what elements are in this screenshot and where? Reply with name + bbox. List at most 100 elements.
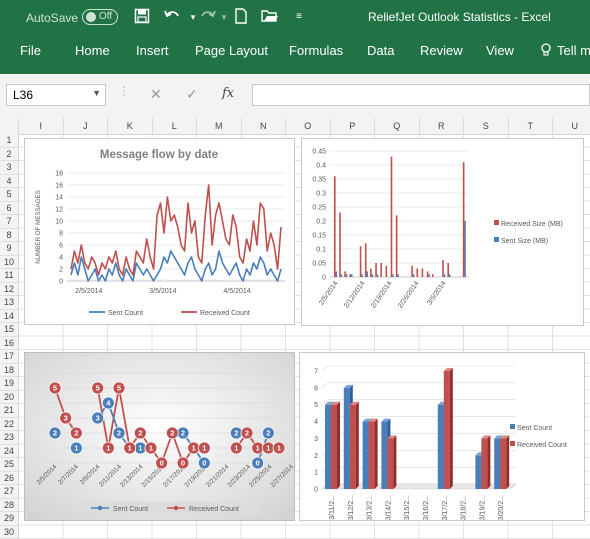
- row-header-21[interactable]: 21: [0, 404, 18, 418]
- bar-sent-size: [371, 274, 374, 277]
- column-header-j[interactable]: J: [64, 118, 108, 134]
- bar-received-count: [500, 438, 507, 489]
- undo-icon[interactable]: [162, 8, 182, 29]
- received-data-label: 1: [192, 444, 196, 453]
- row-header-26[interactable]: 26: [0, 472, 18, 485]
- column-header-t[interactable]: T: [509, 118, 553, 134]
- column-header-i[interactable]: I: [19, 118, 64, 134]
- column-header-r[interactable]: R: [420, 118, 464, 134]
- column-header-s[interactable]: S: [464, 118, 509, 134]
- y-tick-label: 0: [59, 279, 63, 286]
- bar-received-count: [331, 404, 337, 489]
- formula-input[interactable]: [252, 84, 590, 106]
- column-header-u[interactable]: U: [553, 118, 590, 134]
- bar-received-size: [364, 243, 367, 277]
- row-header-6[interactable]: 6: [0, 202, 18, 215]
- y-tick-label: 0.25: [312, 205, 326, 212]
- y-tick-label: 5: [314, 402, 318, 409]
- enter-icon[interactable]: ✓: [186, 86, 198, 103]
- tab-view[interactable]: View: [486, 43, 514, 58]
- bar-sent-size: [392, 274, 394, 277]
- legend-label-received: Received Count: [200, 310, 250, 317]
- column-header-n[interactable]: N: [242, 118, 286, 134]
- bar-received-size: [421, 268, 424, 277]
- row-header-12[interactable]: 12: [0, 283, 18, 296]
- column-header-p[interactable]: P: [331, 118, 375, 134]
- column-header-l[interactable]: L: [153, 118, 197, 134]
- row-header-5[interactable]: 5: [0, 188, 18, 202]
- row-header-7[interactable]: 7: [0, 215, 18, 229]
- tab-review[interactable]: Review: [420, 43, 463, 58]
- row-header-13[interactable]: 13: [0, 296, 18, 310]
- tab-insert[interactable]: Insert: [136, 43, 169, 58]
- row-header-16[interactable]: 16: [0, 337, 18, 350]
- bar-received-count: [349, 404, 356, 489]
- column-header-k[interactable]: K: [108, 118, 153, 134]
- row-header-11[interactable]: 11: [0, 269, 18, 283]
- message-size-chart[interactable]: 0 0.05 0.1 0.15 0.2 0.25 0.3 0.35 0.4 0.45 2/5/201…: [301, 138, 584, 326]
- bar-sent-size: [428, 274, 430, 277]
- save-icon[interactable]: [132, 8, 152, 29]
- row-header-9[interactable]: 9: [0, 242, 18, 256]
- row-header-18[interactable]: 18: [0, 364, 18, 377]
- row-header-28[interactable]: 28: [0, 499, 18, 512]
- row-header-22[interactable]: 22: [0, 418, 18, 431]
- tab-page-layout[interactable]: Page Layout: [195, 43, 268, 58]
- tab-file[interactable]: File: [20, 43, 41, 58]
- bar-sent-count: [437, 404, 444, 489]
- name-box[interactable]: L36 ▼: [6, 84, 106, 106]
- select-all-corner[interactable]: [0, 118, 19, 134]
- daily-bar-chart[interactable]: 0 1 2 3 4 5 6 7 3/11/2... 3/12/2... 3/13/2... 3/14/…: [299, 352, 585, 521]
- new-file-icon[interactable]: [231, 8, 251, 29]
- row-header-15[interactable]: 15: [0, 323, 18, 337]
- row-header-30[interactable]: 30: [0, 526, 18, 539]
- autosave-toggle[interactable]: Off: [82, 9, 118, 25]
- cancel-icon[interactable]: ✕: [150, 86, 162, 103]
- sent-data-label: 1: [138, 444, 142, 453]
- row-header-2[interactable]: 2: [0, 148, 18, 161]
- legend-label-received: Received Size (MB): [501, 221, 563, 228]
- row-header-1[interactable]: 1: [0, 134, 18, 148]
- sent-data-label: 0: [202, 459, 206, 468]
- row-header-4[interactable]: 4: [0, 175, 18, 188]
- x-tick-label: 3/15/2...: [404, 495, 411, 520]
- row-header-14[interactable]: 14: [0, 310, 18, 323]
- x-tick-label: 4/5/2014: [223, 288, 250, 295]
- bar-sent-size: [397, 274, 399, 277]
- tab-data[interactable]: Data: [367, 43, 394, 58]
- row-header-19[interactable]: 19: [0, 377, 18, 391]
- insert-function-icon[interactable]: fx: [222, 86, 234, 101]
- y-tick-label: 0.15: [312, 233, 326, 240]
- row-header-10[interactable]: 10: [0, 256, 18, 269]
- row-header-29[interactable]: 29: [0, 512, 18, 526]
- count-line-chart[interactable]: 2/5/2014 2/7/2014 2/9/2014 2/11/2014 2/13/20…: [24, 352, 295, 521]
- customize-icon[interactable]: ≡: [289, 8, 309, 26]
- column-header-m[interactable]: M: [197, 118, 242, 134]
- bar-sent-count: [325, 404, 331, 489]
- y-tick-label: 1: [314, 470, 318, 477]
- bar-received-size: [411, 265, 413, 277]
- name-box-dropdown-icon[interactable]: ▼: [92, 88, 101, 98]
- row-header-3[interactable]: 3: [0, 161, 18, 175]
- row-header-23[interactable]: 23: [0, 431, 18, 445]
- tell-me-search[interactable]: Tell m: [557, 43, 590, 58]
- tab-formulas[interactable]: Formulas: [289, 43, 343, 58]
- row-header-20[interactable]: 20: [0, 391, 18, 404]
- y-tick-label: 10: [55, 219, 63, 226]
- row-header-27[interactable]: 27: [0, 485, 18, 499]
- tab-home[interactable]: Home: [75, 43, 110, 58]
- message-size-svg: 0 0.05 0.1 0.15 0.2 0.25 0.3 0.35 0.4 0.45 2/5/201…: [312, 149, 563, 310]
- received-data-label: 2: [138, 429, 142, 438]
- column-header-o[interactable]: O: [286, 118, 331, 134]
- column-header-q[interactable]: Q: [375, 118, 420, 134]
- open-folder-icon[interactable]: [260, 8, 280, 29]
- bar-received-size: [380, 263, 382, 277]
- received-data-label: 1: [202, 444, 206, 453]
- row-header-17[interactable]: 17: [0, 350, 18, 364]
- sent-data-label: 3: [96, 414, 100, 423]
- message-flow-chart[interactable]: Message flow by date 0 2 4 6 8 10 12 14 16 18 NUMBE…: [24, 138, 295, 325]
- received-data-label: 2: [74, 429, 78, 438]
- row-header-8[interactable]: 8: [0, 229, 18, 242]
- row-header-24[interactable]: 24: [0, 445, 18, 458]
- row-header-25[interactable]: 25: [0, 458, 18, 472]
